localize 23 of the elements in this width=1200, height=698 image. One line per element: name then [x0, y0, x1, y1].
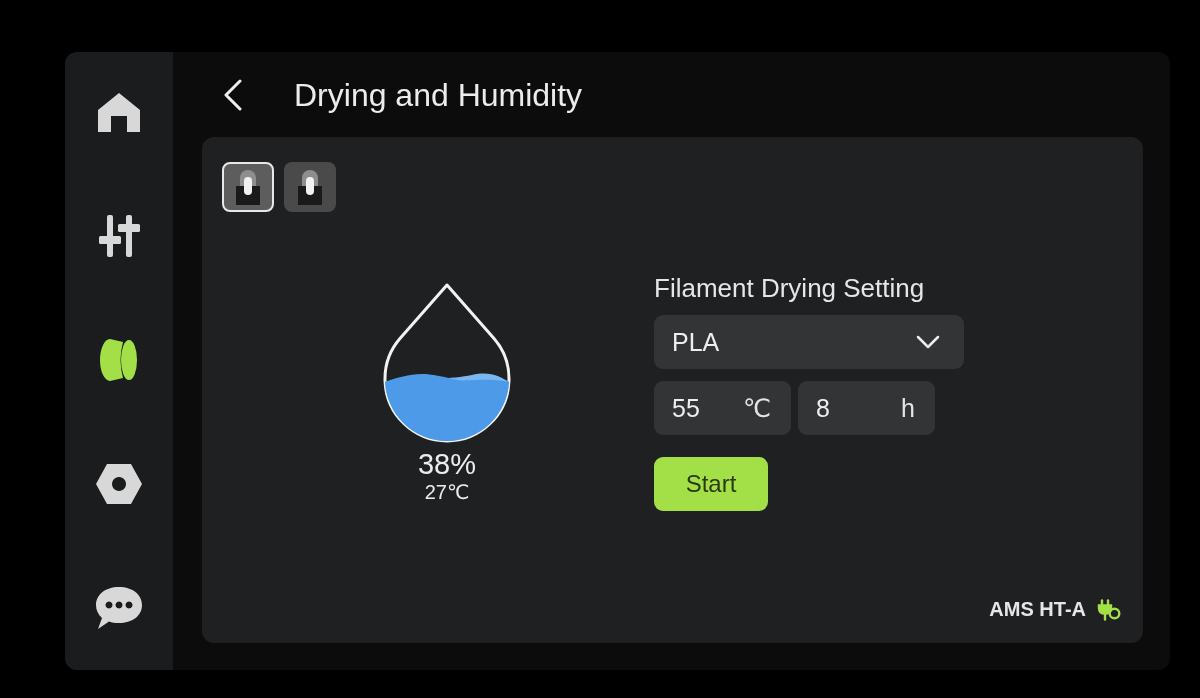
unit-label: h	[901, 393, 915, 423]
temperature-reading: 27℃	[424, 480, 470, 504]
unit-tab[interactable]	[222, 162, 274, 212]
filament-slot-icon	[296, 169, 324, 205]
unit-tab[interactable]	[284, 162, 336, 212]
filament-slot-icon	[234, 169, 262, 205]
duration-field[interactable]: 8 h	[798, 381, 935, 435]
unit-label: ℃	[742, 393, 771, 423]
device-name: AMS HT-A	[989, 598, 1086, 621]
material-dropdown[interactable]: PLA	[654, 315, 964, 369]
page-title: Drying and Humidity	[294, 75, 583, 115]
chat-icon[interactable]	[94, 585, 144, 631]
chevron-down-icon	[916, 335, 940, 349]
start-button[interactable]: Start	[654, 457, 768, 511]
plug-icon	[1097, 598, 1121, 621]
temperature-field[interactable]: 55 ℃	[654, 381, 791, 435]
section-title: Filament Drying Setting	[654, 273, 926, 303]
back-icon[interactable]	[223, 78, 243, 111]
humidity-reading: 38%	[417, 448, 476, 480]
spool-icon[interactable]	[99, 337, 139, 383]
nut-icon[interactable]	[95, 463, 143, 505]
sliders-icon[interactable]	[96, 213, 142, 259]
home-icon[interactable]	[96, 91, 142, 133]
